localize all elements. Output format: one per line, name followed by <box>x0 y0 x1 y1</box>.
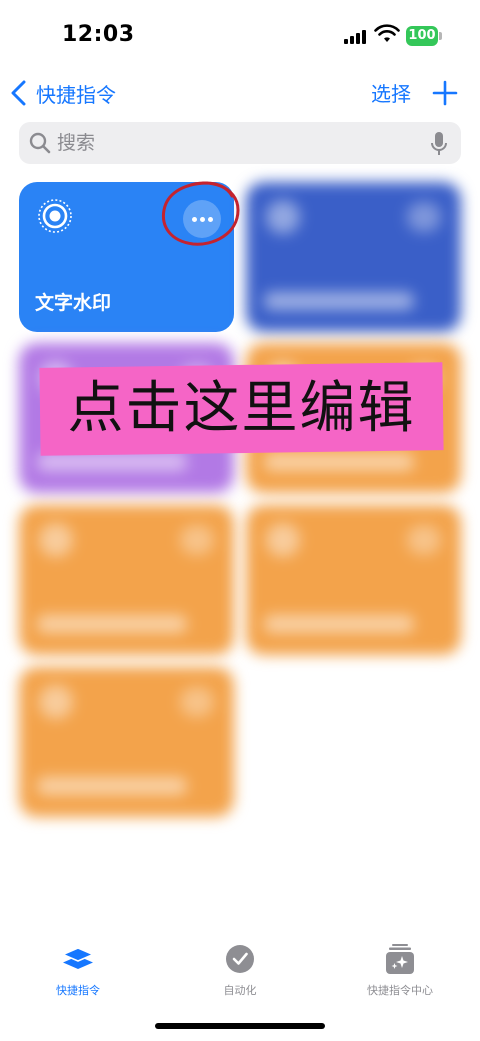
shortcut-icon <box>266 200 300 234</box>
watermark-target-icon <box>38 199 72 233</box>
status-time: 12:03 <box>62 22 135 47</box>
search-bar[interactable] <box>19 122 461 164</box>
shortcut-title <box>264 292 414 310</box>
more-options-button[interactable] <box>180 525 214 555</box>
shortcut-title <box>37 615 187 633</box>
red-circle-annotation <box>161 181 240 246</box>
home-indicator <box>155 1023 325 1029</box>
more-options-button[interactable] <box>407 525 441 555</box>
more-options-button[interactable] <box>180 687 214 717</box>
layers-icon <box>61 947 95 969</box>
wifi-icon <box>374 24 400 42</box>
tab-label: 快捷指令 <box>56 984 100 997</box>
shortcut-card[interactable] <box>19 667 234 817</box>
shortcut-icon <box>39 523 73 557</box>
tab-label: 自动化 <box>223 984 257 997</box>
more-options-button[interactable] <box>407 202 441 232</box>
clock-check-icon <box>226 945 254 973</box>
search-input[interactable] <box>57 122 417 164</box>
shortcut-title <box>264 453 414 471</box>
gallery-sparkle-icon <box>386 944 414 974</box>
back-button-label: 快捷指令 <box>36 82 116 107</box>
status-bar: 12:03 100 <box>0 0 480 64</box>
signal-icon <box>344 28 368 44</box>
shortcut-card[interactable] <box>246 505 461 655</box>
shortcut-card[interactable] <box>246 182 461 332</box>
shortcut-icon <box>266 523 300 557</box>
plus-icon[interactable] <box>432 80 458 106</box>
shortcut-title: 文字水印 <box>35 292 112 314</box>
shortcut-title <box>264 615 414 633</box>
tab-gallery[interactable]: 快捷指令中心 <box>330 942 470 998</box>
tab-bar: 快捷指令 自动化 快捷指令中心 <box>0 930 480 1010</box>
microphone-icon[interactable] <box>430 131 448 157</box>
shortcut-title <box>37 453 187 471</box>
battery-icon: 100 <box>406 26 442 46</box>
tab-automation[interactable]: 自动化 <box>170 942 310 998</box>
select-button[interactable]: 选择 <box>371 78 411 107</box>
shortcut-card[interactable] <box>19 505 234 655</box>
search-icon <box>29 132 51 154</box>
navigation-bar: 快捷指令 选择 <box>0 70 480 116</box>
chevron-left-icon <box>11 80 26 106</box>
page-title <box>178 80 298 106</box>
tab-shortcuts[interactable]: 快捷指令 <box>8 942 148 998</box>
shortcut-icon <box>39 685 73 719</box>
annotation-text: 点击这里编辑 <box>67 376 416 441</box>
back-button[interactable]: 快捷指令 <box>10 78 116 108</box>
shortcut-title <box>37 777 187 795</box>
tab-label: 快捷指令中心 <box>367 984 433 997</box>
